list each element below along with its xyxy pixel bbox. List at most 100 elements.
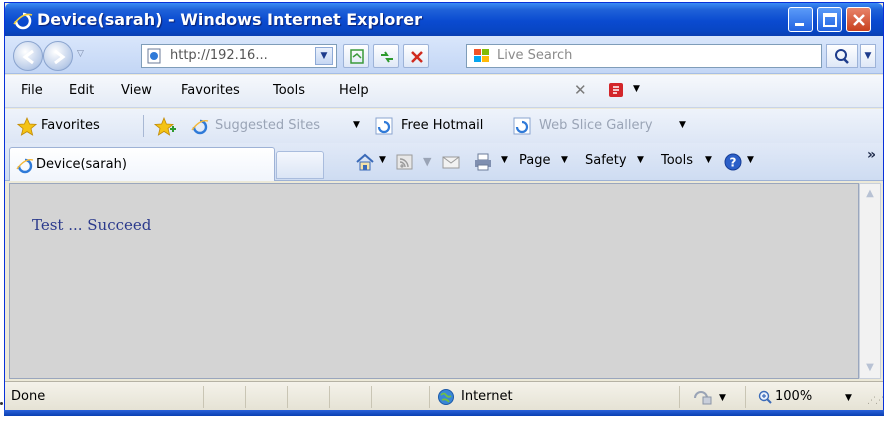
favorites-button[interactable]: Favorites bbox=[41, 118, 100, 133]
search-placeholder: Live Search bbox=[497, 48, 573, 63]
addon-icon[interactable] bbox=[605, 80, 629, 100]
favorites-link-web-slice-gallery[interactable]: Web Slice Gallery bbox=[539, 118, 653, 133]
favorites-star-icon[interactable] bbox=[17, 117, 37, 137]
security-zone-label: Internet bbox=[461, 389, 513, 404]
suggested-sites-dropdown-icon[interactable]: ▼ bbox=[353, 120, 360, 130]
tab-device-sarah[interactable]: Device(sarah) bbox=[9, 147, 275, 181]
back-button[interactable] bbox=[13, 41, 43, 71]
internet-explorer-icon bbox=[16, 158, 34, 174]
close-button[interactable] bbox=[846, 7, 871, 32]
status-divider bbox=[287, 386, 288, 408]
vertical-scrollbar[interactable]: ▲ ▼ bbox=[859, 183, 881, 379]
maximize-icon bbox=[823, 13, 837, 27]
menu-view[interactable]: View bbox=[121, 83, 152, 98]
print-icon[interactable] bbox=[473, 152, 493, 172]
refresh-icon bbox=[381, 51, 393, 63]
internet-explorer-icon bbox=[375, 117, 393, 135]
page-dropdown-icon[interactable]: ▼ bbox=[561, 155, 568, 165]
status-divider bbox=[371, 386, 372, 408]
tools-dropdown-icon[interactable]: ▼ bbox=[705, 155, 712, 165]
status-divider bbox=[679, 386, 680, 408]
compatibility-view-button[interactable] bbox=[343, 44, 369, 68]
browser-window: Device(sarah) - Windows Internet Explore… bbox=[4, 2, 884, 416]
add-to-favorites-icon[interactable] bbox=[153, 116, 177, 138]
scroll-down-icon[interactable]: ▼ bbox=[862, 360, 878, 376]
scroll-up-icon[interactable]: ▲ bbox=[862, 186, 878, 202]
menu-bar: File Edit View Favorites Tools Help ✕ ▼ bbox=[5, 75, 883, 108]
search-options-dropdown[interactable]: ▼ bbox=[860, 44, 876, 68]
favorites-link-suggested-sites[interactable]: Suggested Sites bbox=[215, 118, 320, 133]
internet-explorer-icon bbox=[13, 12, 33, 30]
safety-menu-button[interactable]: Safety bbox=[585, 153, 627, 168]
internet-explorer-icon bbox=[191, 119, 209, 135]
mail-icon[interactable] bbox=[441, 152, 461, 172]
stop-button[interactable] bbox=[403, 44, 429, 68]
svg-text:?: ? bbox=[730, 156, 737, 170]
home-icon[interactable] bbox=[355, 152, 375, 172]
safety-dropdown-icon[interactable]: ▼ bbox=[637, 155, 644, 165]
arrow-right-icon bbox=[54, 49, 66, 65]
help-icon[interactable]: ? bbox=[723, 152, 743, 172]
feeds-dropdown-icon[interactable]: ▼ bbox=[423, 155, 431, 168]
menu-favorites[interactable]: Favorites bbox=[181, 83, 240, 98]
search-button[interactable] bbox=[826, 44, 858, 68]
status-text: Done bbox=[11, 389, 46, 404]
more-commands-chevron-icon[interactable]: » bbox=[867, 147, 876, 163]
home-dropdown-icon[interactable]: ▼ bbox=[379, 155, 386, 165]
compatibility-icon bbox=[350, 49, 364, 64]
print-dropdown-icon[interactable]: ▼ bbox=[501, 155, 508, 165]
close-addon-icon[interactable]: ✕ bbox=[574, 81, 587, 99]
page-message: Test ... Succeed bbox=[32, 216, 152, 234]
stop-icon bbox=[411, 51, 423, 63]
menu-tools[interactable]: Tools bbox=[273, 83, 305, 98]
maximize-button[interactable] bbox=[817, 7, 842, 32]
protected-mode-icon[interactable] bbox=[693, 389, 713, 406]
menu-file[interactable]: File bbox=[21, 83, 43, 98]
tab-command-bar: Device(sarah) ▼ ▼ ▼ Page ▼ Safety ▼ Tool… bbox=[5, 143, 883, 181]
status-divider bbox=[203, 386, 204, 408]
minimize-icon bbox=[795, 23, 804, 26]
zoom-icon[interactable] bbox=[757, 389, 773, 405]
close-icon bbox=[853, 14, 865, 26]
addon-dropdown-icon[interactable]: ▼ bbox=[633, 84, 640, 94]
feeds-icon[interactable] bbox=[395, 152, 415, 172]
zoom-level[interactable]: 100% bbox=[775, 389, 812, 404]
address-toolbar: ▽ http://192.16... ▼ Live Search ▼ bbox=[5, 36, 883, 74]
arrow-left-icon bbox=[22, 49, 34, 65]
refresh-button[interactable] bbox=[373, 44, 399, 68]
resize-grip-icon[interactable]: ⋰⋰ bbox=[867, 396, 884, 406]
new-tab-button[interactable] bbox=[276, 151, 324, 179]
window-bottom-border bbox=[4, 410, 884, 416]
live-search-logo-icon bbox=[474, 49, 489, 62]
page-content: Test ... Succeed bbox=[9, 183, 859, 379]
recent-pages-dropdown-icon[interactable]: ▽ bbox=[77, 49, 84, 59]
globe-icon bbox=[438, 389, 454, 405]
status-divider bbox=[329, 386, 330, 408]
magnifier-icon bbox=[835, 49, 849, 64]
menu-edit[interactable]: Edit bbox=[69, 83, 94, 98]
search-input[interactable]: Live Search bbox=[466, 44, 822, 68]
menu-help[interactable]: Help bbox=[339, 83, 369, 98]
zoom-dropdown-icon[interactable]: ▼ bbox=[845, 393, 852, 403]
window-title: Device(sarah) - Windows Internet Explore… bbox=[37, 10, 423, 29]
address-url: http://192.16... bbox=[170, 48, 268, 63]
favorites-separator bbox=[143, 115, 144, 137]
favorites-bar: Favorites Suggested Sites ▼ Free Hotmail… bbox=[5, 109, 883, 143]
page-menu-button[interactable]: Page bbox=[519, 153, 550, 168]
status-divider bbox=[429, 386, 430, 408]
favorites-link-free-hotmail[interactable]: Free Hotmail bbox=[401, 118, 483, 133]
protected-mode-dropdown-icon[interactable]: ▼ bbox=[719, 393, 726, 403]
status-bar: Done Internet ▼ 100% ▼ ⋰⋰ bbox=[5, 381, 884, 411]
web-slice-gallery-dropdown-icon[interactable]: ▼ bbox=[679, 120, 686, 130]
tab-label: Device(sarah) bbox=[36, 157, 127, 172]
address-dropdown-button[interactable]: ▼ bbox=[315, 47, 333, 65]
page-icon bbox=[147, 48, 161, 64]
status-divider bbox=[245, 386, 246, 408]
forward-button[interactable] bbox=[43, 41, 73, 71]
minimize-button[interactable] bbox=[788, 7, 813, 32]
address-input[interactable]: http://192.16... ▼ bbox=[141, 44, 337, 68]
help-dropdown-icon[interactable]: ▼ bbox=[747, 155, 754, 165]
title-bar[interactable]: Device(sarah) - Windows Internet Explore… bbox=[5, 3, 883, 36]
stray-dot bbox=[0, 402, 3, 405]
tools-menu-button[interactable]: Tools bbox=[661, 153, 693, 168]
